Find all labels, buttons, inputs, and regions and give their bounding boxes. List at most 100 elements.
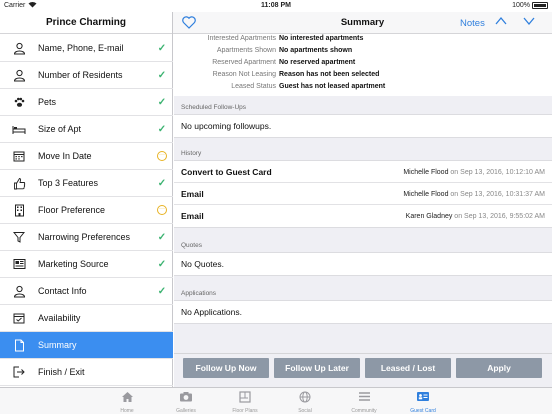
followups-header: Scheduled Follow-Ups [181, 104, 247, 111]
history-row[interactable]: Convert to Guest Card Michelle Flood on S… [174, 161, 552, 183]
sidebar-item-availability[interactable]: Availability [0, 305, 173, 332]
summary-field-label: Interested Apartments [207, 35, 276, 42]
sidebar-item-label: Narrowing Preferences [38, 232, 131, 242]
sidebar-item-label: Top 3 Features [38, 178, 99, 188]
sidebar-item-number-of-residents[interactable]: Number of Residents ✓ [0, 62, 173, 89]
history-date: on Sep 13, 2016, 10:12:10 AM [448, 169, 545, 176]
tab-galleries[interactable]: Galleries [162, 390, 210, 414]
applications-header: Applications [181, 290, 217, 297]
history-row[interactable]: Email Michelle Flood on Sep 13, 2016, 10:… [174, 183, 552, 205]
camera-icon [162, 390, 210, 403]
sidebar-item-contact-info[interactable]: Contact Info ✓ [0, 278, 173, 305]
history-meta: Michelle Flood on Sep 13, 2016, 10:12:10… [403, 169, 545, 176]
action-bar: Follow Up Now Follow Up Later Leased / L… [174, 353, 552, 387]
sidebar-item-top-3-features[interactable]: Top 3 Features ✓ [0, 170, 173, 197]
document-icon [0, 339, 38, 352]
chevron-up-icon[interactable] [495, 15, 507, 29]
sidebar-item-label: Size of Apt [38, 124, 82, 134]
leased-lost-button[interactable]: Leased / Lost [365, 358, 451, 378]
checkmark-glyph: ✓ [157, 123, 167, 135]
summary-field-value: Reason has not been selected [279, 71, 380, 78]
filter-icon [0, 231, 38, 243]
history-user: Karen Gladney [405, 213, 453, 220]
newspaper-icon [0, 258, 38, 270]
pending-icon: ··· [151, 151, 173, 161]
history-meta: Michelle Flood on Sep 13, 2016, 10:31:37… [403, 191, 545, 198]
history-date: on Sep 13, 2016, 10:31:37 AM [448, 191, 545, 198]
follow-up-now-button[interactable]: Follow Up Now [183, 358, 269, 378]
follow-up-later-button[interactable]: Follow Up Later [274, 358, 360, 378]
sidebar-item-label: Floor Preference [38, 205, 106, 215]
thumbs-up-icon [0, 177, 38, 190]
tab-floor-plans[interactable]: Floor Plans [221, 390, 269, 414]
summary-field-row: Interested Apartments No interested apart… [174, 35, 552, 47]
checkmark-glyph: ✓ [157, 177, 167, 189]
sidebar-item-label: Finish / Exit [38, 367, 85, 377]
sidebar-item-pets[interactable]: Pets ✓ [0, 89, 173, 116]
history-card: Convert to Guest Card Michelle Flood on S… [174, 160, 552, 228]
checkmark-icon: ✓ [151, 97, 173, 108]
notes-button[interactable]: Notes [460, 18, 485, 29]
summary-field-label: Reserved Apartment [212, 59, 276, 66]
exit-icon [0, 366, 38, 378]
status-bar: Carrier 11:08 PM 100% [0, 0, 552, 12]
battery-indicator: 100% [512, 2, 548, 9]
checkmark-icon: ✓ [151, 70, 173, 81]
summary-field-value: No interested apartments [279, 35, 364, 42]
person-icon [0, 69, 38, 82]
summary-field-label: Leased Status [231, 83, 276, 90]
sidebar-item-narrowing-preferences[interactable]: Narrowing Preferences ✓ [0, 224, 173, 251]
sidebar-item-name-phone-e-mail[interactable]: Name, Phone, E-mail ✓ [0, 35, 173, 62]
sidebar-item-marketing-source[interactable]: Marketing Source ✓ [0, 251, 173, 278]
tab-community[interactable]: Community [340, 390, 388, 414]
quotes-empty: No Quotes. [181, 259, 224, 269]
apply-button[interactable]: Apply [456, 358, 542, 378]
sidebar-item-summary[interactable]: Summary [0, 332, 173, 359]
history-event: Email [181, 211, 204, 221]
summary-field-value: Guest has not leased apartment [279, 83, 386, 90]
person-icon [0, 285, 38, 298]
checkmark-glyph: ✓ [157, 42, 167, 54]
history-header: History [181, 150, 202, 157]
history-row[interactable]: Email Karen Gladney on Sep 13, 2016, 9:55… [174, 205, 552, 227]
tab-label: Galleries [176, 408, 196, 414]
sidebar-item-finish-exit[interactable]: Finish / Exit [0, 359, 173, 386]
floor-plan-icon [221, 390, 269, 403]
summary-field-label: Apartments Shown [216, 47, 276, 54]
tab-label: Social [298, 408, 312, 414]
tab-guest-card[interactable]: Guest Card [399, 390, 447, 414]
battery-icon [532, 2, 548, 9]
calendar-icon [0, 150, 38, 162]
checkmark-glyph: ✓ [157, 96, 167, 108]
chevron-down-icon[interactable] [523, 15, 535, 29]
history-event: Convert to Guest Card [181, 167, 272, 177]
history-user: Michelle Flood [403, 191, 449, 198]
history-meta: Karen Gladney on Sep 13, 2016, 9:55:02 A… [406, 213, 545, 220]
tab-label: Home [120, 408, 134, 414]
tab-bar: Home Galleries Floor Plans Social Community G… [0, 387, 552, 414]
tab-social[interactable]: Social [281, 390, 329, 414]
checkmark-glyph: ✓ [157, 258, 167, 270]
tab-label: Community [351, 408, 377, 414]
battery-percent: 100% [512, 2, 530, 9]
applications-empty: No Applications. [181, 307, 242, 317]
pending-glyph: ··· [157, 151, 167, 161]
checkmark-icon: ✓ [151, 286, 173, 297]
applications-card: No Applications. [174, 300, 552, 324]
history-event: Email [181, 189, 204, 199]
tab-label: Guest Card [410, 408, 436, 414]
home-icon [103, 390, 151, 403]
person-icon [0, 42, 38, 55]
globe-icon [281, 390, 329, 403]
sidebar-item-size-of-apt[interactable]: Size of Apt ✓ [0, 116, 173, 143]
followups-empty: No upcoming followups. [181, 121, 272, 131]
summary-field-row: Apartments Shown No apartments shown [174, 47, 552, 59]
detail-navbar: Summary Notes [173, 12, 552, 34]
summary-field-row: Reserved Apartment No reserved apartment [174, 59, 552, 71]
summary-content[interactable]: Interested Apartments No interested apart… [174, 34, 552, 353]
sidebar-item-label: Move In Date [38, 151, 92, 161]
clock: 11:08 PM [261, 2, 291, 9]
sidebar-item-floor-preference[interactable]: Floor Preference ··· [0, 197, 173, 224]
tab-home[interactable]: Home [103, 390, 151, 414]
sidebar-item-move-in-date[interactable]: Move In Date ··· [0, 143, 173, 170]
